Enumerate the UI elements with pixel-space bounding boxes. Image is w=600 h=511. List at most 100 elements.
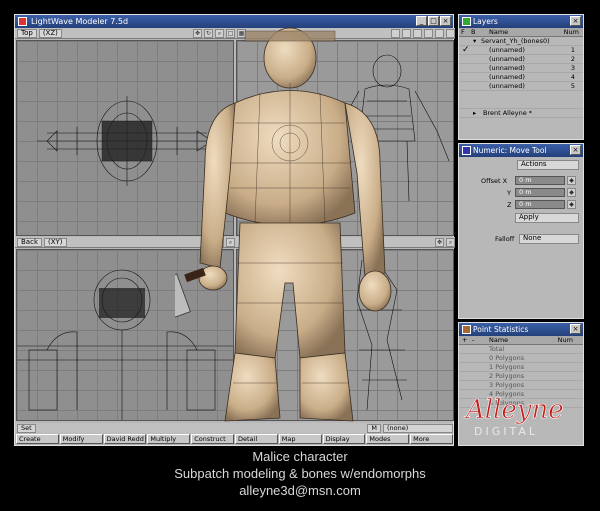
set-field[interactable]: Set — [17, 423, 36, 433]
right-move-view-icon[interactable]: ✥ — [435, 237, 444, 247]
layer-row[interactable]: ✓ (unnamed) 1 — [459, 46, 583, 55]
layers-title: Layers — [473, 17, 498, 26]
offset-y-input[interactable]: 0 m — [515, 188, 565, 197]
z-reset-icon[interactable]: ◆ — [567, 200, 576, 209]
menu-tab-modes[interactable]: Modes — [366, 434, 410, 444]
layer-toggle-5-icon[interactable] — [435, 28, 444, 38]
point-stats-close-button[interactable]: × — [570, 324, 581, 334]
m-field[interactable]: M — [367, 423, 381, 433]
layer-toggle-3-icon[interactable] — [413, 28, 422, 38]
back-view-dropdown[interactable]: Back — [17, 237, 42, 247]
layer-row[interactable]: (unnamed) 5 — [459, 82, 583, 91]
header-f: F — [461, 28, 465, 36]
menu-tab-modify[interactable]: Modify — [59, 434, 103, 444]
falloff-dropdown[interactable]: None — [519, 234, 579, 244]
expand-icon[interactable]: ▾ — [473, 37, 476, 46]
stats-header-minus: - — [472, 336, 475, 344]
top-view-mode-dropdown[interactable]: (XZ) — [38, 28, 62, 38]
point-stats-titlebar[interactable]: Point Statistics × — [459, 323, 583, 336]
menu-bar: Create Modify David Redd Multiply Construct D… — [15, 434, 453, 445]
stats-row-label: 1 Polygons — [489, 363, 525, 371]
caption-email: alleyne3d@msn.com — [239, 483, 361, 498]
foreground-check-icon[interactable]: ✓ — [462, 46, 470, 55]
offset-x-label: Offset X — [481, 177, 508, 185]
z-label: Z — [507, 201, 512, 209]
layers-header: F B Name Num — [459, 28, 583, 37]
screenshot-frame: LightWave Modeler 7.5d _ □ × Top (XZ) ✥ … — [0, 0, 600, 511]
y-label: Y — [507, 189, 511, 197]
menu-tab-more[interactable]: More — [410, 434, 453, 444]
stats-header-num: Num — [557, 336, 573, 344]
stats-row-label: Total — [489, 345, 505, 353]
expand-icon-2[interactable]: ▸ — [473, 109, 476, 118]
header-b: B — [471, 28, 476, 36]
layer-name: (unnamed) — [489, 46, 525, 54]
numeric-title: Numeric: Move Tool — [473, 146, 547, 155]
stats-row[interactable]: Total — [459, 345, 583, 354]
falloff-label: Falloff — [495, 235, 515, 243]
close-button[interactable]: × — [440, 16, 451, 26]
stats-app-icon — [462, 325, 471, 334]
numeric-close-button[interactable]: × — [570, 145, 581, 155]
layer-root[interactable]: ▾ Servant_Yh_(bones0) — [459, 37, 583, 46]
logo-text: Alleyne — [464, 395, 564, 425]
layer-name: (unnamed) — [489, 55, 525, 63]
layer-num: 5 — [570, 82, 575, 90]
header-num: Num — [563, 28, 579, 36]
layer-root-label: Servant_Yh_(bones0) — [481, 37, 550, 45]
stats-row-label: 2 Polygons — [489, 372, 525, 380]
layer-toggle-6-icon[interactable] — [446, 28, 455, 38]
menu-tab-construct[interactable]: Construct — [191, 434, 234, 444]
alleyne-digital-logo: Alleyne DIGITAL — [464, 395, 564, 438]
menu-tab-david-redd[interactable]: David Redd — [103, 434, 147, 444]
layer-row[interactable]: (unnamed) 2 — [459, 55, 583, 64]
y-reset-icon[interactable]: ◆ — [567, 188, 576, 197]
menu-tab-detail[interactable]: Detail — [234, 434, 278, 444]
layer-row[interactable]: (unnamed) 3 — [459, 64, 583, 73]
menu-tab-multiply[interactable]: Multiply — [147, 434, 191, 444]
layer-footer-label: Brent Alleyne * — [483, 109, 533, 117]
actions-dropdown[interactable]: Actions — [517, 160, 579, 170]
cleaver-icon — [175, 267, 206, 329]
x-reset-icon[interactable]: ◆ — [567, 176, 576, 185]
back-view-mode-dropdown[interactable]: (XY) — [44, 237, 67, 247]
stats-header-plus: + — [462, 336, 468, 344]
layer-toggle-4-icon[interactable] — [424, 28, 433, 38]
menu-tab-create[interactable]: Create — [16, 434, 59, 444]
layer-name: (unnamed) — [489, 73, 525, 81]
menu-tab-map[interactable]: Map — [278, 434, 322, 444]
right-zoom-view-icon[interactable]: ⌕ — [446, 237, 455, 247]
stats-row[interactable]: 2 Polygons — [459, 372, 583, 381]
header-name: Name — [489, 28, 509, 36]
surface-dropdown[interactable]: (none) — [383, 423, 453, 433]
layer-num: 1 — [570, 46, 575, 54]
point-stats-title: Point Statistics — [473, 325, 529, 334]
apply-button[interactable]: Apply — [515, 213, 579, 223]
caption-title: Malice character — [252, 449, 348, 464]
layer-name: (unnamed) — [489, 64, 525, 72]
minimize-button[interactable]: _ — [416, 16, 427, 26]
offset-x-input[interactable]: 0 m — [515, 176, 565, 185]
layers-app-icon — [462, 17, 471, 26]
layer-row[interactable]: (unnamed) 4 — [459, 73, 583, 82]
layer-footer[interactable]: ▸ Brent Alleyne * — [459, 109, 583, 118]
numeric-app-icon — [462, 146, 471, 155]
menu-tab-display[interactable]: Display — [322, 434, 366, 444]
layer-spacer — [459, 91, 583, 109]
top-view-dropdown[interactable]: Top — [17, 28, 37, 38]
layer-name: (unnamed) — [489, 82, 525, 90]
stats-header: + - Name Num — [459, 336, 583, 345]
stats-header-name: Name — [489, 336, 509, 344]
numeric-titlebar[interactable]: Numeric: Move Tool × — [459, 144, 583, 157]
offset-z-input[interactable]: 0 m — [515, 200, 565, 209]
layer-num: 4 — [570, 73, 575, 81]
layers-titlebar[interactable]: Layers × — [459, 15, 583, 28]
stats-row-label: 0 Polygons — [489, 354, 525, 362]
stats-row[interactable]: 1 Polygons — [459, 363, 583, 372]
stats-row[interactable]: 0 Polygons — [459, 354, 583, 363]
modeler-title: LightWave Modeler 7.5d — [31, 17, 129, 26]
layer-num: 2 — [570, 55, 575, 63]
numeric-panel: Numeric: Move Tool × Actions Offset X 0 … — [458, 143, 584, 319]
maximize-button[interactable]: □ — [428, 16, 439, 26]
layers-close-button[interactable]: × — [570, 16, 581, 26]
